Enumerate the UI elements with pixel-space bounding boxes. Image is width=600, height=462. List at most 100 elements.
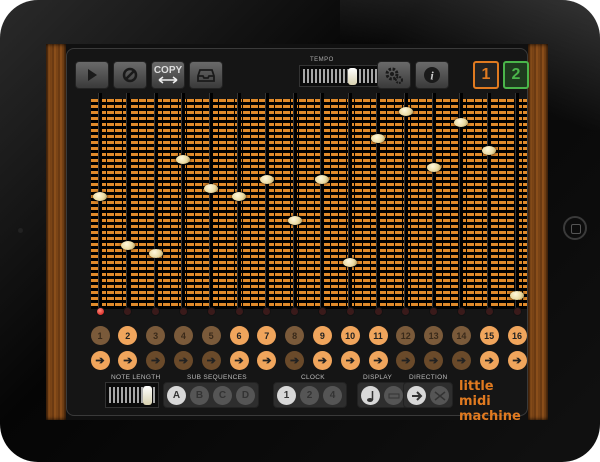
step-8-button[interactable]: 8: [285, 326, 305, 345]
step-11-arrow-icon[interactable]: ➔: [368, 351, 388, 370]
step-7-arrow-icon[interactable]: ➔: [257, 351, 277, 370]
step-4-arrow-icon[interactable]: ➔: [173, 351, 193, 370]
step-9-track: [320, 93, 325, 315]
step-9-led: [317, 307, 327, 316]
clock-2[interactable]: 2: [300, 386, 319, 405]
tempo-knob[interactable]: [347, 68, 357, 85]
step-13-arrow-icon[interactable]: ➔: [424, 351, 444, 370]
wood-side-right: [528, 44, 548, 420]
step-5-slider[interactable]: [204, 183, 219, 193]
step-3-button[interactable]: 3: [146, 326, 166, 345]
step-14-arrow-icon[interactable]: ➔: [451, 351, 471, 370]
step-10-arrow-icon[interactable]: ➔: [340, 351, 360, 370]
sequencer-panel: COPY TEMPO i 1 2 NOTE LENGTH SUB SEQUENC…: [66, 48, 529, 420]
step-2-arrow-icon[interactable]: ➔: [118, 351, 138, 370]
tray-icon: [197, 69, 215, 82]
sub-sequence-b[interactable]: B: [190, 386, 209, 405]
step-7-led: [262, 307, 272, 316]
step-3-track: [153, 93, 158, 315]
step-15-arrow-icon[interactable]: ➔: [479, 351, 499, 370]
step-10-button[interactable]: 10: [340, 326, 360, 345]
direction-forward[interactable]: [407, 386, 426, 405]
step-12-arrow-icon[interactable]: ➔: [396, 351, 416, 370]
direction-random[interactable]: [430, 386, 449, 405]
step-3-arrow-icon[interactable]: ➔: [146, 351, 166, 370]
step-13-button[interactable]: 13: [424, 326, 444, 345]
step-13-slider[interactable]: [426, 162, 441, 172]
clear-button[interactable]: [113, 61, 147, 89]
digits-icon: [388, 393, 399, 398]
swap-arrows-icon: [158, 76, 178, 84]
step-7-button[interactable]: 7: [257, 326, 277, 345]
play-button[interactable]: [75, 61, 109, 89]
pattern-1-button[interactable]: 1: [473, 61, 499, 89]
sub-sequence-d[interactable]: D: [236, 386, 255, 405]
step-1-arrow-icon[interactable]: ➔: [90, 351, 110, 370]
step-11-button[interactable]: 11: [368, 326, 388, 345]
step-10-led: [345, 307, 355, 316]
note-length-knob[interactable]: [142, 386, 152, 405]
step-15-button[interactable]: 15: [479, 326, 499, 345]
step-8-led: [290, 307, 300, 316]
display-numbers[interactable]: [384, 386, 403, 405]
tempo-label: TEMPO: [310, 57, 334, 63]
step-16-button[interactable]: 16: [507, 326, 527, 345]
step-5-button[interactable]: 5: [201, 326, 221, 345]
step-5-arrow-icon[interactable]: ➔: [201, 351, 221, 370]
note-length-slider[interactable]: [105, 382, 159, 408]
step-2-button[interactable]: 2: [118, 326, 138, 345]
step-1-button[interactable]: 1: [90, 326, 110, 345]
step-12-led: [401, 307, 411, 316]
step-1-slider[interactable]: [93, 191, 107, 201]
clock-group: 1 2 4: [273, 382, 347, 408]
front-camera: [18, 228, 23, 233]
info-icon: i: [424, 67, 440, 83]
sub-sequence-c[interactable]: C: [213, 386, 232, 405]
step-3-led: [151, 307, 161, 316]
display-notes[interactable]: [361, 386, 380, 405]
step-6-button[interactable]: 6: [229, 326, 249, 345]
step-2-slider[interactable]: [120, 241, 135, 251]
step-4-track: [181, 93, 186, 315]
step-5-led: [206, 307, 216, 316]
step-9-button[interactable]: 9: [312, 326, 332, 345]
tray-button[interactable]: [189, 61, 223, 89]
copy-button[interactable]: COPY: [151, 61, 185, 89]
step-12-button[interactable]: 12: [396, 326, 416, 345]
home-button[interactable]: [563, 216, 587, 240]
step-4-button[interactable]: 4: [173, 326, 193, 345]
step-10-slider[interactable]: [343, 257, 358, 267]
step-6-arrow-icon[interactable]: ➔: [229, 351, 249, 370]
step-14-button[interactable]: 14: [451, 326, 471, 345]
settings-button[interactable]: [377, 61, 411, 89]
app-logo: little midi machine: [459, 379, 525, 420]
info-button[interactable]: i: [415, 61, 449, 89]
note-length-label: NOTE LENGTH: [111, 374, 161, 381]
step-11-led: [373, 307, 383, 316]
clock-1[interactable]: 1: [277, 386, 296, 405]
step-6-led: [234, 307, 244, 316]
step-8-track: [292, 93, 297, 315]
clock-label: CLOCK: [301, 374, 325, 381]
step-8-arrow-icon[interactable]: ➔: [285, 351, 305, 370]
step-10-track: [348, 93, 353, 315]
step-16-track: [515, 93, 519, 315]
step-16-arrow-icon[interactable]: ➔: [507, 351, 527, 370]
step-4-slider[interactable]: [176, 154, 191, 164]
step-7-track: [264, 93, 269, 315]
step-6-slider[interactable]: [232, 191, 246, 201]
clock-4[interactable]: 4: [323, 386, 342, 405]
step-13-led: [429, 307, 439, 316]
step-15-led: [484, 307, 494, 316]
step-11-slider[interactable]: [371, 134, 385, 144]
step-9-arrow-icon[interactable]: ➔: [312, 351, 332, 370]
step-4-led: [178, 307, 188, 316]
sub-sequence-a[interactable]: A: [167, 386, 186, 405]
step-2-led: [123, 307, 133, 316]
gears-icon: [385, 67, 403, 84]
step-14-slider[interactable]: [454, 117, 469, 127]
step-2-track: [125, 93, 130, 315]
app-screen: COPY TEMPO i 1 2 NOTE LENGTH SUB SEQUENC…: [46, 44, 548, 420]
pattern-2-button[interactable]: 2: [503, 61, 529, 89]
step-16-slider[interactable]: [510, 290, 524, 300]
